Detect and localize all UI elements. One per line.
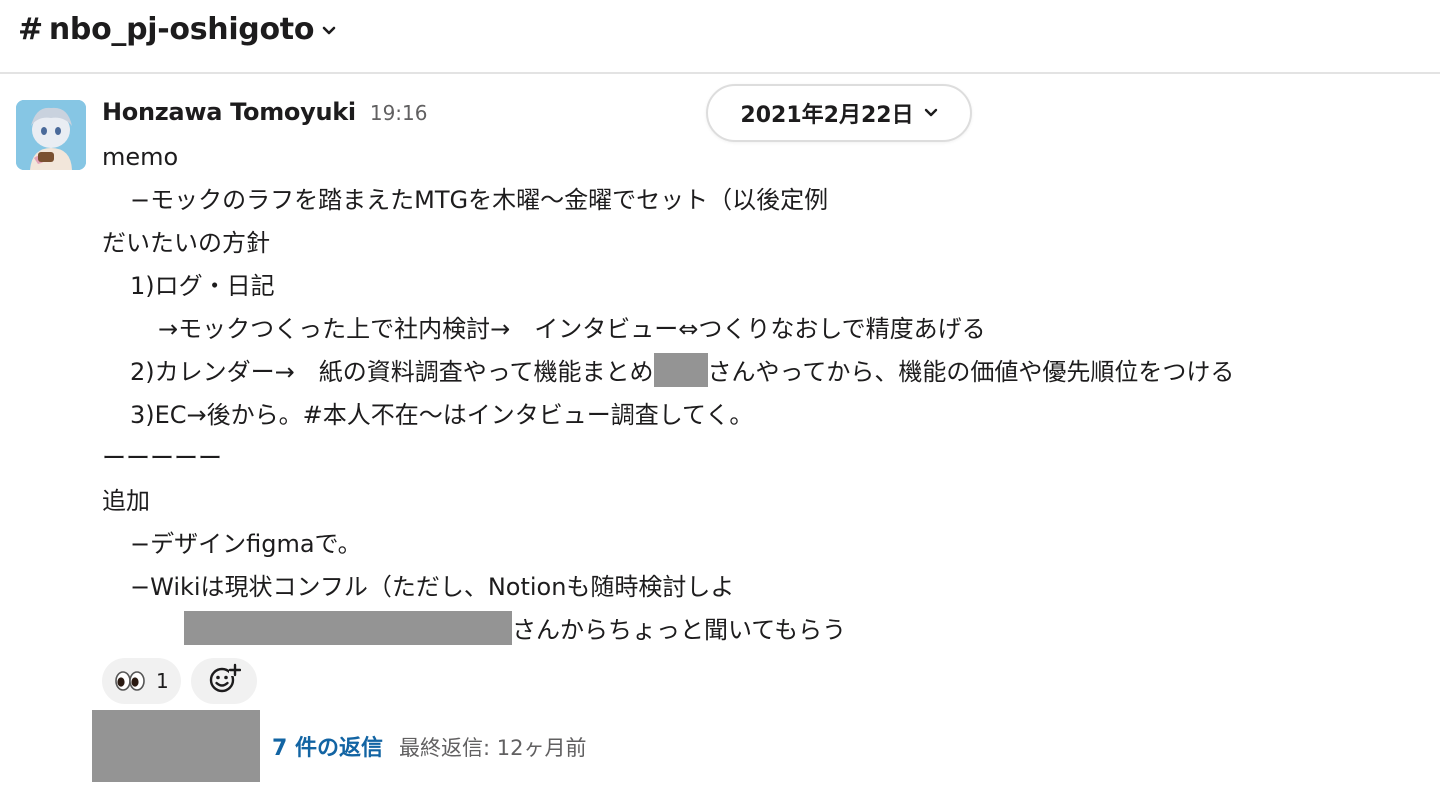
message-line: −Wikiは現状コンフル（ただし、Notionも随時検討しよ xyxy=(130,573,735,601)
date-label: 2021年2月22日 xyxy=(740,103,914,128)
chevron-down-icon xyxy=(924,108,938,118)
chevron-down-icon xyxy=(322,26,336,36)
message-line: −デザインfigmaで。 xyxy=(130,530,362,558)
message-header: Honzawa Tomoyuki 19:16 xyxy=(102,98,427,130)
message-line: 追加 xyxy=(102,487,150,515)
message-line: だいたいの方針 xyxy=(102,229,270,257)
date-divider-button[interactable]: 2021年2月22日 xyxy=(706,84,972,142)
redacted-name xyxy=(653,353,708,387)
message-body: memo −モックのラフを踏まえたMTGを木曜〜金曜でセット（以後定例 だいたい… xyxy=(102,136,1422,652)
reaction-eyes[interactable]: 1 xyxy=(102,658,181,704)
last-reply-time: 最終返信: 12ヶ月前 xyxy=(398,736,587,760)
reply-count-link[interactable]: 7 件の返信 xyxy=(272,730,383,762)
message-line: 2)カレンダー→ 紙の資料調査やって機能まとめ さんやってから、機能の価値や優先順… xyxy=(102,351,1422,394)
add-reaction-button[interactable] xyxy=(190,658,257,704)
message-line: −モックのラフを踏まえたMTGを木曜〜金曜でセット（以後定例 xyxy=(130,186,829,214)
channel-name: nbo_pj-oshigoto xyxy=(48,11,315,47)
avatar-image xyxy=(16,100,86,170)
message-text: 2)カレンダー→ 紙の資料調査やって機能まとめ xyxy=(130,358,654,386)
message-line: memo xyxy=(102,143,179,171)
add-reaction-icon xyxy=(207,662,241,700)
message-line: 3)EC→後から。#本人不在〜はインタビュー調査してく。 xyxy=(130,401,754,429)
message-line: さんからちょっと聞いてもらう xyxy=(102,609,1422,652)
redacted-name xyxy=(184,611,512,645)
reply-avatars-redacted xyxy=(92,710,260,782)
message-text: さんやってから、機能の価値や優先順位をつける xyxy=(707,358,1235,386)
message-timestamp[interactable]: 19:16 xyxy=(370,101,428,125)
channel-hash: # xyxy=(18,11,43,47)
eyes-icon xyxy=(114,670,146,692)
thread-replies: 7 件の返信 最終返信: 12ヶ月前 xyxy=(272,730,586,762)
reaction-count: 1 xyxy=(156,669,169,693)
channel-name-button[interactable]: # nbo_pj-oshigoto xyxy=(18,10,336,48)
message-line: ーーーーー xyxy=(102,444,222,472)
author-name[interactable]: Honzawa Tomoyuki xyxy=(102,98,356,126)
reactions-bar: 1 xyxy=(102,658,257,704)
message-text: さんからちょっと聞いてもらう xyxy=(512,616,847,644)
avatar[interactable] xyxy=(16,100,86,170)
channel-header: # nbo_pj-oshigoto xyxy=(0,0,1440,74)
message-line: →モックつくった上で社内検討→ インタビュー⇔つくりなおしで精度あげる xyxy=(158,315,986,343)
message-line: 1)ログ・日記 xyxy=(130,272,275,300)
